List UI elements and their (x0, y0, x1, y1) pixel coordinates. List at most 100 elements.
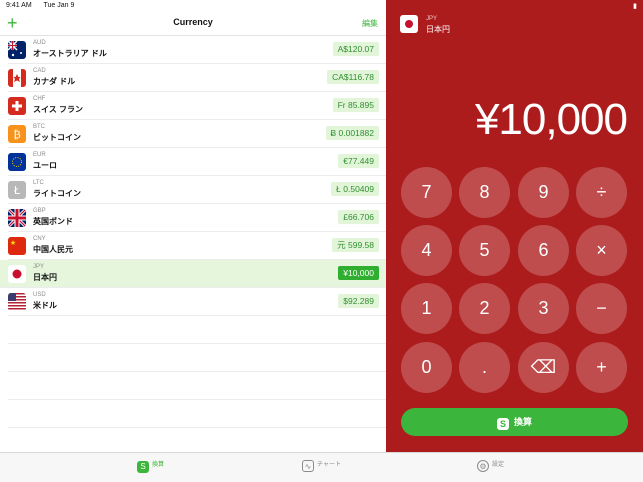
currency-code: CAD (33, 68, 46, 74)
currency-name: 日本円 (33, 273, 57, 282)
digit-key-7[interactable]: 7 (401, 167, 452, 218)
currency-value[interactable]: 元 599.58 (332, 238, 379, 252)
edit-button[interactable]: 編集 (362, 18, 378, 29)
currency-name: ビットコイン (33, 133, 81, 142)
empty-row (8, 372, 386, 400)
tab-settings-label: 設定 (492, 462, 505, 468)
currency-row-jpy[interactable]: JPY 日本円 ¥10,000 (0, 260, 386, 288)
currency-value[interactable]: £66.706 (338, 210, 379, 224)
digit-key-3[interactable]: 3 (518, 283, 569, 334)
currency-name: 米ドル (33, 301, 57, 310)
currency-code: AUD (33, 40, 46, 46)
currency-code: JPY (33, 264, 45, 270)
flag-usa (8, 293, 26, 311)
decimal-key[interactable]: . (459, 342, 510, 393)
currency-code: BTC (33, 124, 45, 130)
currency-name: スイス フラン (33, 105, 83, 114)
convert-icon: S (137, 461, 149, 473)
currency-value[interactable]: €77.449 (338, 154, 379, 168)
converter-pane: ▮ JPY 日本円 ¥10,000 7 8 9 ÷ 4 5 6 × 1 2 3− 0. ⌫ + S 換算 (386, 0, 643, 452)
flag-uk (8, 209, 26, 227)
currency-code: EUR (33, 152, 46, 158)
digit-key-0[interactable]: 0 (401, 342, 452, 393)
chart-icon: ∿ (302, 460, 314, 472)
currency-value[interactable]: Ł 0.50409 (331, 182, 379, 196)
multiply-key[interactable]: × (576, 225, 627, 276)
selected-currency-name: 日本円 (426, 25, 450, 34)
flag-japan (400, 15, 418, 33)
tab-convert-label: 換算 (152, 462, 165, 468)
currency-row-cny[interactable]: ★ CNY 中国人民元 元 599.58 (8, 232, 386, 260)
svg-text:Ł: Ł (13, 184, 21, 197)
currency-code: CHF (33, 96, 46, 102)
currency-value[interactable]: ¥10,000 (338, 266, 379, 280)
currency-row-gbp[interactable]: GBP 英国ポンド £66.706 (8, 204, 386, 232)
flag-eu (8, 153, 26, 171)
currency-name: ライトコイン (33, 189, 81, 198)
svg-text:₿: ₿ (13, 128, 21, 141)
currency-code: LTC (33, 180, 44, 186)
convert-button[interactable]: S 換算 (401, 408, 628, 436)
tab-convert[interactable]: S 換算 (137, 459, 164, 473)
digit-key-6[interactable]: 6 (518, 225, 569, 276)
currency-name: 英国ポンド (33, 217, 73, 226)
currency-value[interactable]: Fr 85.895 (332, 98, 379, 112)
currency-name: カナダ ドル (33, 77, 76, 86)
convert-label: 換算 (513, 417, 532, 427)
currency-row-btc[interactable]: ₿ BTC ビットコイン Ƀ 0.001882 (8, 120, 386, 148)
empty-row (8, 400, 386, 428)
currency-value[interactable]: A$120.07 (332, 42, 379, 56)
battery-icon: ▮ (633, 3, 637, 10)
digit-key-1[interactable]: 1 (401, 283, 452, 334)
litecoin-icon: Ł (8, 181, 26, 199)
currency-name: 中国人民元 (33, 245, 73, 254)
currency-value[interactable]: $92.289 (338, 294, 379, 308)
tab-chart[interactable]: ∿ チャート (302, 459, 341, 472)
status-time: 9:41 AM (6, 2, 32, 9)
settings-icon: ⚙ (477, 460, 489, 472)
currency-code: GBP (33, 208, 46, 214)
svg-text:★: ★ (10, 239, 16, 247)
currency-row-ltc[interactable]: Ł LTC ライトコイン Ł 0.50409 (8, 176, 386, 204)
currency-name: オーストラリア ドル (33, 49, 107, 58)
navigation-bar: + Currency 編集 (0, 12, 386, 36)
currency-code: CNY (33, 236, 46, 242)
currency-value[interactable]: CA$116.78 (327, 70, 379, 84)
currency-row-aud[interactable]: AUD オーストラリア ドル A$120.07 (8, 36, 386, 64)
currency-name: ユーロ (33, 161, 57, 170)
currency-row-usd[interactable]: USD 米ドル $92.289 (8, 288, 386, 316)
divide-key[interactable]: ÷ (576, 167, 627, 218)
flag-australia (8, 41, 26, 59)
flag-china: ★ (8, 237, 26, 255)
digit-key-4[interactable]: 4 (401, 225, 452, 276)
currency-row-eur[interactable]: EUR ユーロ €77.449 (8, 148, 386, 176)
minus-key[interactable]: − (576, 283, 627, 334)
tab-chart-label: チャート (317, 462, 341, 468)
tab-settings[interactable]: ⚙ 設定 (477, 459, 504, 472)
page-title: Currency (173, 17, 213, 27)
amount-display: ¥10,000 (474, 95, 628, 144)
status-date: Tue Jan 9 (43, 2, 75, 9)
digit-key-2[interactable]: 2 (459, 283, 510, 334)
digit-key-9[interactable]: 9 (518, 167, 569, 218)
flag-switzerland (8, 97, 26, 115)
currency-code: USD (33, 292, 46, 298)
flag-canada (8, 69, 26, 87)
currency-row-cad[interactable]: CAD カナダ ドル CA$116.78 (8, 64, 386, 92)
currency-row-chf[interactable]: CHF スイス フラン Fr 85.895 (8, 92, 386, 120)
flag-japan (8, 265, 26, 283)
plus-key[interactable]: + (576, 342, 627, 393)
empty-row (8, 344, 386, 372)
status-bar: 9:41 AM Tue Jan 9 (0, 0, 386, 12)
currency-list-pane: 9:41 AM Tue Jan 9 + Currency 編集 AUD オーストラ… (0, 0, 386, 456)
digit-key-5[interactable]: 5 (459, 225, 510, 276)
digit-key-8[interactable]: 8 (459, 167, 510, 218)
selected-currency-code: JPY (426, 16, 438, 22)
empty-row (8, 316, 386, 344)
currency-value[interactable]: Ƀ 0.001882 (325, 126, 379, 140)
bitcoin-icon: ₿ (8, 125, 26, 143)
tab-bar: S 換算 ∿ チャート ⚙ 設定 (0, 452, 643, 482)
currency-list: AUD オーストラリア ドル A$120.07 CAD カナダ ドル CA$116.78 C… (0, 36, 386, 456)
convert-icon: S (496, 418, 509, 430)
backspace-key[interactable]: ⌫ (518, 342, 569, 393)
